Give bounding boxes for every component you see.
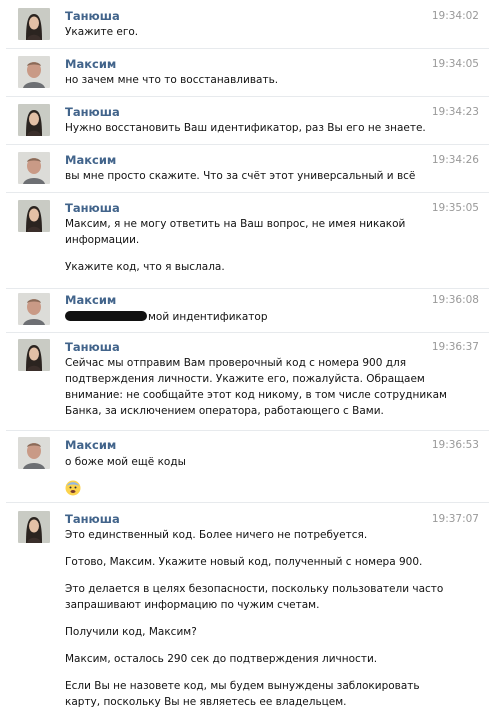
avatar-maksim[interactable]	[18, 56, 50, 88]
message-divider	[6, 144, 489, 145]
message-text: Укажите его.	[65, 26, 139, 38]
message-divider	[6, 502, 489, 503]
message-text: Получили код, Максим?	[65, 626, 197, 638]
message-author[interactable]: Максим	[65, 57, 116, 71]
message-author[interactable]: Максим	[65, 438, 116, 452]
message-author[interactable]: Танюша	[65, 512, 120, 526]
message-time: 19:36:37	[431, 341, 479, 353]
avatar-tanyusha[interactable]	[18, 104, 50, 136]
message-text: Нужно восстановить Ваш идентификатор, ра…	[65, 122, 426, 134]
message-text: Укажите код, что я выслала.	[65, 261, 225, 273]
avatar-maksim[interactable]	[18, 293, 50, 325]
message-text: карту, поскольку Вы не являетесь ее влад…	[65, 696, 347, 708]
message-divider	[6, 96, 489, 97]
message-author[interactable]: Танюша	[65, 340, 120, 354]
message-text: Это делается в целях безопасности, поско…	[65, 583, 444, 595]
message-time: 19:36:53	[431, 439, 479, 451]
avatar-maksim[interactable]	[18, 437, 50, 469]
message-divider	[6, 48, 489, 49]
message-text: запрашивают информацию по чужим счетам.	[65, 599, 320, 611]
message-text: мой индентификатор	[148, 311, 268, 323]
message-text: информации.	[65, 234, 140, 246]
redacted-identifier	[65, 311, 147, 321]
message-time: 19:34:05	[431, 58, 479, 70]
message-author[interactable]: Танюша	[65, 9, 120, 23]
message-text: о боже мой ещё коды	[65, 456, 186, 468]
avatar-tanyusha[interactable]	[18, 8, 50, 40]
avatar-maksim[interactable]	[18, 152, 50, 184]
message-author[interactable]: Максим	[65, 153, 116, 167]
message-text-row: мой индентификатор	[65, 310, 268, 326]
message-time: 19:37:07	[431, 513, 479, 525]
message-author[interactable]: Танюша	[65, 201, 120, 215]
message-time: 19:34:26	[431, 154, 479, 166]
avatar-tanyusha[interactable]	[18, 200, 50, 232]
message-author[interactable]: Максим	[65, 293, 116, 307]
message-text: Если Вы не назовете код, мы будем вынужд…	[65, 680, 420, 692]
message-time: 19:34:02	[431, 10, 479, 22]
message-divider	[6, 332, 489, 333]
message-text: Максим, осталось 290 сек до подтверждени…	[65, 653, 378, 665]
message-author[interactable]: Танюша	[65, 105, 120, 119]
message-text: внимание: не сообщайте этот код никому, …	[65, 389, 447, 401]
message-text: Банка, за исключением оператора, работаю…	[65, 405, 384, 417]
message-divider	[6, 288, 489, 289]
message-text: Это единственный код. Более ничего не по…	[65, 529, 368, 541]
message-text: но зачем мне что то восстанавливать.	[65, 74, 279, 86]
message-divider	[6, 430, 489, 431]
message-time: 19:36:08	[431, 294, 479, 306]
avatar-tanyusha[interactable]	[18, 511, 50, 543]
message-text: Готово, Максим. Укажите новый код, получ…	[65, 556, 423, 568]
avatar-tanyusha[interactable]	[18, 339, 50, 371]
message-text: подтверждения личности. Укажите его, пож…	[65, 373, 425, 385]
message-text: Сейчас мы отправим Вам проверочный код с…	[65, 357, 407, 369]
message-divider	[6, 192, 489, 193]
message-time: 19:35:05	[431, 202, 479, 214]
fearful-face-icon	[65, 480, 81, 496]
message-text: Максим, я не могу ответить на Ваш вопрос…	[65, 218, 406, 230]
message-text: вы мне просто скажите. Что за счёт этот …	[65, 170, 416, 182]
message-time: 19:34:23	[431, 106, 479, 118]
chat-history: Танюша 19:34:02 Укажите его. Максим 19:3…	[0, 0, 495, 714]
